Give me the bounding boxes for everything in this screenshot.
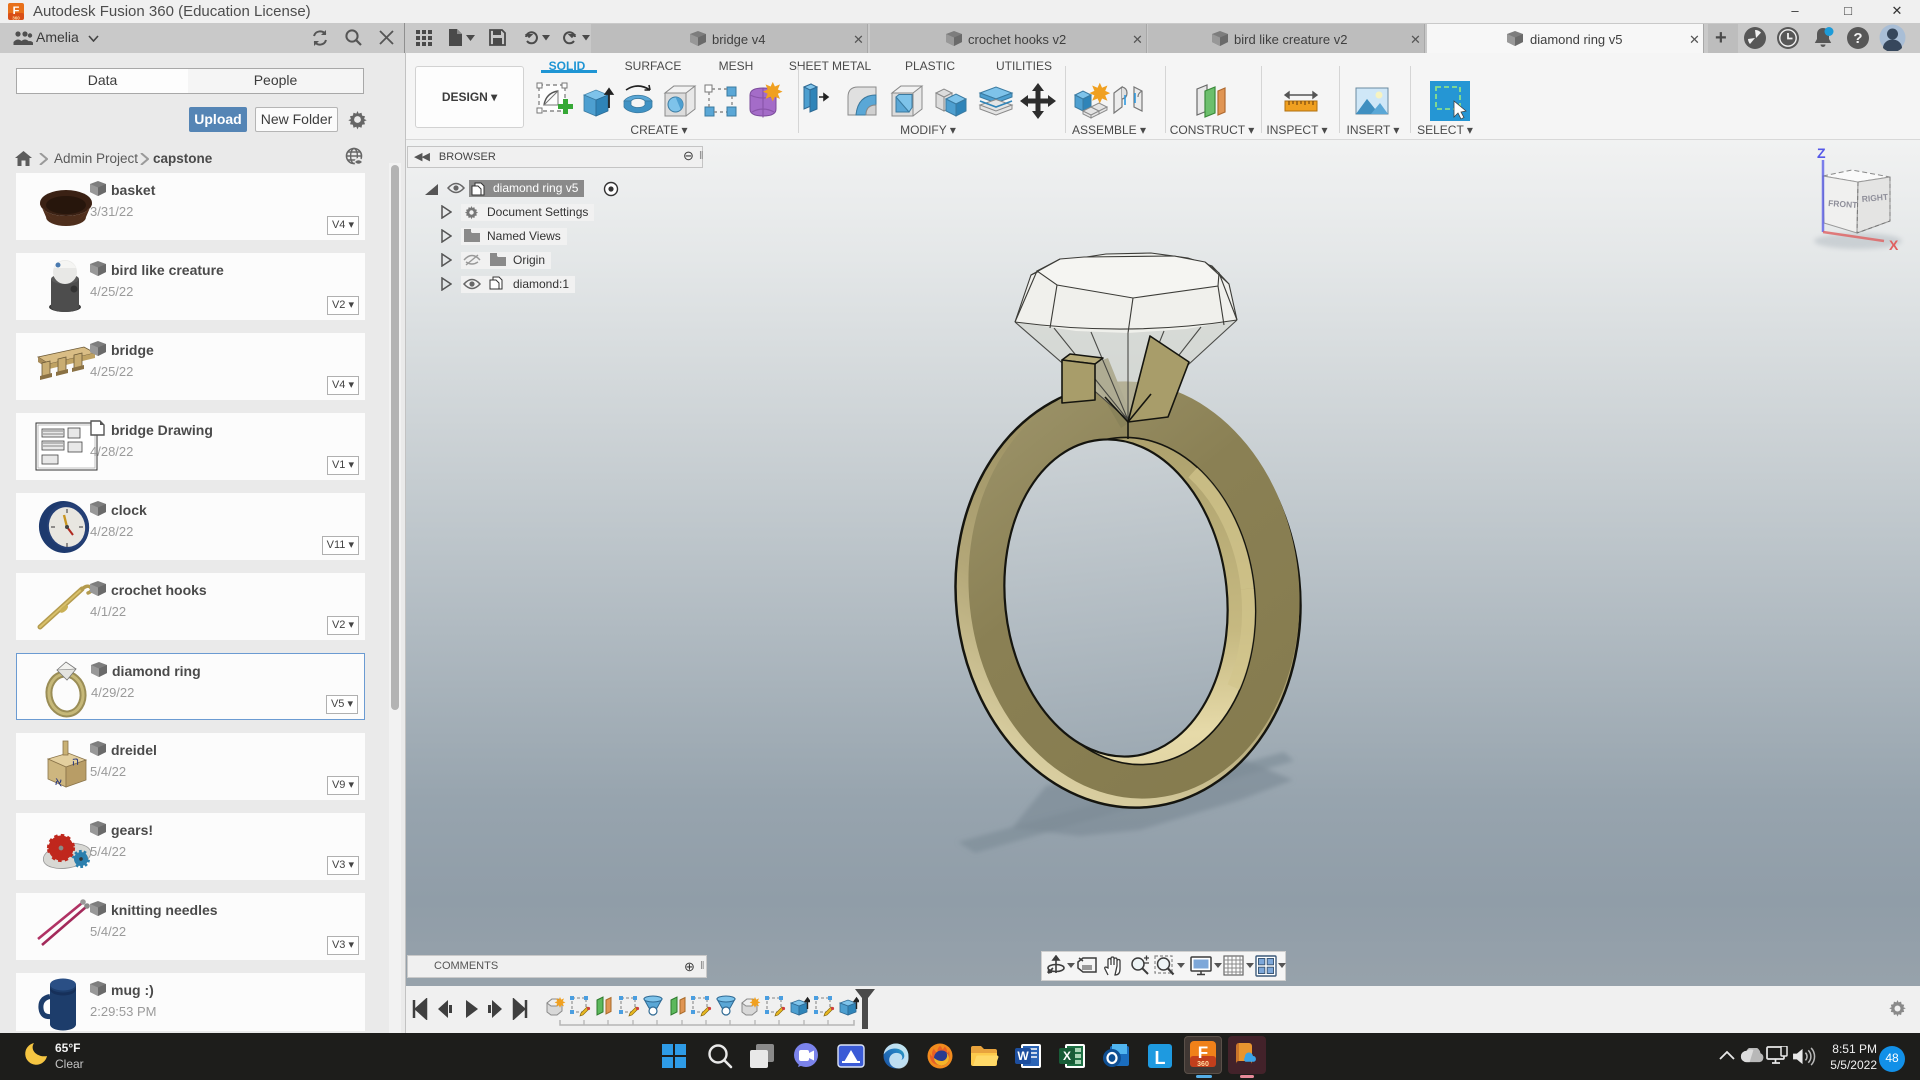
svg-text:F: F xyxy=(1198,1043,1208,1062)
svg-text:Z: Z xyxy=(1817,145,1826,161)
svg-text:א: א xyxy=(55,776,62,790)
svg-text:360: 360 xyxy=(1197,1061,1209,1068)
svg-text:X: X xyxy=(1063,1049,1071,1063)
svg-text:?: ? xyxy=(1853,30,1862,47)
svg-text:W: W xyxy=(1017,1049,1029,1063)
svg-text:X: X xyxy=(1889,237,1899,253)
svg-text:L: L xyxy=(1155,1048,1166,1068)
svg-text:360: 360 xyxy=(12,16,20,21)
svg-text:FRONT: FRONT xyxy=(1828,198,1859,210)
svg-text:ה: ה xyxy=(72,756,79,769)
